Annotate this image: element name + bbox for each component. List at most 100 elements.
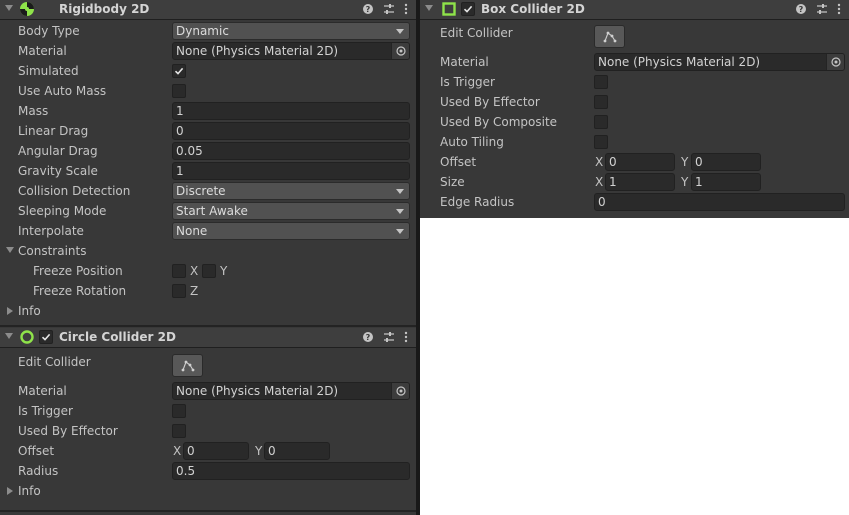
box-used-by-composite-row: Used By Composite <box>420 112 849 132</box>
angular-drag-input[interactable]: 0.05 <box>172 142 410 160</box>
size-x-input[interactable]: 1 <box>605 173 675 191</box>
body-type-dropdown[interactable]: Dynamic <box>172 22 410 40</box>
help-icon[interactable]: ? <box>362 2 374 16</box>
object-picker-icon[interactable] <box>391 383 409 399</box>
sleeping-mode-dropdown[interactable]: Start Awake <box>172 202 410 220</box>
linear-drag-input[interactable]: 0 <box>172 122 410 140</box>
circle-collider-enabled-checkbox[interactable] <box>39 330 53 344</box>
interpolate-row: Interpolate None <box>0 221 416 241</box>
collision-detection-label: Collision Detection <box>18 184 131 198</box>
edit-collider-button[interactable] <box>172 354 203 377</box>
svg-text:?: ? <box>366 5 371 14</box>
body-type-row: Body Type Dynamic <box>0 21 416 41</box>
material-object-field[interactable]: None (Physics Material 2D) <box>172 382 410 400</box>
edit-collider-icon <box>603 31 616 42</box>
rigidbody-info-foldout[interactable]: Info <box>0 301 416 321</box>
circle-collider-2d-header[interactable]: Circle Collider 2D ? <box>0 328 416 348</box>
edit-collider-button[interactable] <box>594 25 625 48</box>
help-icon[interactable]: ? <box>362 330 374 344</box>
constraints-foldout[interactable]: Constraints <box>0 241 416 261</box>
gravity-scale-input[interactable]: 1 <box>172 162 410 180</box>
used-by-effector-checkbox[interactable] <box>594 95 608 109</box>
is-trigger-checkbox[interactable] <box>172 404 186 418</box>
more-options-icon[interactable] <box>404 330 408 344</box>
simulated-label: Simulated <box>18 64 79 78</box>
checkmark-icon <box>174 67 184 75</box>
fold-arrow-icon[interactable] <box>425 5 433 11</box>
interpolate-label: Interpolate <box>18 224 84 238</box>
offset-label: Offset <box>440 155 477 169</box>
edit-collider-label: Edit Collider <box>18 355 91 369</box>
material-value: None (Physics Material 2D) <box>176 384 339 398</box>
used-by-effector-checkbox[interactable] <box>172 424 186 438</box>
z-axis-label: Z <box>190 284 199 298</box>
sleeping-mode-row: Sleeping Mode Start Awake <box>0 201 416 221</box>
offset-y-input[interactable]: 0 <box>691 153 761 171</box>
material-object-field[interactable]: None (Physics Material 2D) <box>594 53 845 71</box>
object-picker-icon[interactable] <box>826 54 844 70</box>
offset-label: Offset <box>18 444 55 458</box>
fold-arrow-icon[interactable] <box>5 333 13 339</box>
box-collider-enabled-checkbox[interactable] <box>461 2 475 16</box>
circle-material-row: Material None (Physics Material 2D) <box>0 381 416 401</box>
radius-input[interactable]: 0.5 <box>172 462 410 480</box>
presets-icon[interactable] <box>383 330 395 344</box>
sleeping-mode-label: Sleeping Mode <box>18 204 107 218</box>
constraints-label: Constraints <box>18 244 87 258</box>
circle-info-foldout[interactable]: Info <box>0 481 416 501</box>
auto-tiling-checkbox[interactable] <box>594 135 608 149</box>
presets-icon[interactable] <box>816 2 828 16</box>
offset-x-input[interactable]: 0 <box>605 153 675 171</box>
checkmark-icon <box>41 333 51 341</box>
gravity-scale-label: Gravity Scale <box>18 164 98 178</box>
circle-is-trigger-row: Is Trigger <box>0 401 416 421</box>
mass-input[interactable]: 1 <box>172 102 410 120</box>
more-options-icon[interactable] <box>404 2 408 16</box>
material-label: Material <box>440 55 489 69</box>
freeze-position-x-checkbox[interactable] <box>172 264 186 278</box>
size-y-input[interactable]: 1 <box>691 173 761 191</box>
presets-icon[interactable] <box>383 2 395 16</box>
circle-offset-row: Offset X 0 Y 0 <box>0 441 416 461</box>
offset-x-input[interactable]: 0 <box>183 442 249 460</box>
mass-label: Mass <box>18 104 49 118</box>
used-by-composite-label: Used By Composite <box>440 115 558 129</box>
use-auto-mass-row: Use Auto Mass <box>0 81 416 101</box>
material-object-field[interactable]: None (Physics Material 2D) <box>172 42 410 60</box>
collision-detection-dropdown[interactable]: Discrete <box>172 182 410 200</box>
offset-y-input[interactable]: 0 <box>264 442 330 460</box>
foldout-open-icon[interactable] <box>6 247 14 253</box>
simulated-checkbox[interactable] <box>172 64 186 78</box>
used-by-composite-checkbox[interactable] <box>594 115 608 129</box>
fold-arrow-icon[interactable] <box>5 5 13 11</box>
object-picker-icon[interactable] <box>391 43 409 59</box>
material-row: Material None (Physics Material 2D) <box>0 41 416 61</box>
edit-collider-icon <box>181 360 194 371</box>
use-auto-mass-label: Use Auto Mass <box>18 84 107 98</box>
interpolate-dropdown[interactable]: None <box>172 222 410 240</box>
more-options-icon[interactable] <box>837 2 841 16</box>
box-edit-collider-row: Edit Collider <box>420 23 849 50</box>
is-trigger-checkbox[interactable] <box>594 75 608 89</box>
rigidbody-icon <box>19 1 35 20</box>
use-auto-mass-checkbox[interactable] <box>172 84 186 98</box>
y-axis-label: Y <box>681 155 689 169</box>
gravity-scale-row: Gravity Scale 1 <box>0 161 416 181</box>
box-auto-tiling-row: Auto Tiling <box>420 132 849 152</box>
box-collider-icon <box>441 1 457 20</box>
foldout-closed-icon[interactable] <box>7 487 13 495</box>
freeze-position-y-checkbox[interactable] <box>202 264 216 278</box>
linear-drag-row: Linear Drag 0 <box>0 121 416 141</box>
rigidbody-2d-header[interactable]: Rigidbody 2D ? <box>0 0 416 20</box>
box-size-row: Size X 1 Y 1 <box>420 172 849 192</box>
y-axis-label: Y <box>220 264 228 278</box>
inspector-right-panel: Box Collider 2D ? Edit Collider Material… <box>420 0 849 218</box>
foldout-closed-icon[interactable] <box>7 307 13 315</box>
body-type-label: Body Type <box>18 24 80 38</box>
freeze-rotation-z-checkbox[interactable] <box>172 284 186 298</box>
component-separator <box>0 325 416 327</box>
edge-radius-input[interactable]: 0 <box>594 193 845 211</box>
box-collider-2d-header[interactable]: Box Collider 2D ? <box>420 0 849 20</box>
material-value: None (Physics Material 2D) <box>598 55 761 69</box>
help-icon[interactable]: ? <box>795 2 807 16</box>
